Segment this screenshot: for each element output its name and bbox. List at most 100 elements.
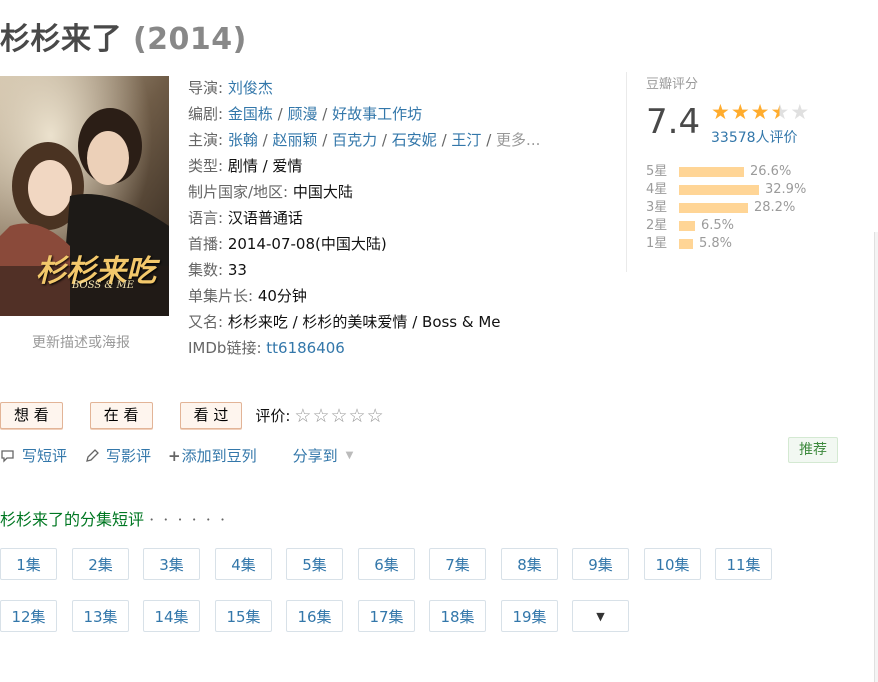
dist-row: 3星 28.2%: [646, 199, 806, 217]
star-full-icon: ★: [750, 100, 770, 124]
watching-button[interactable]: 在 看: [89, 402, 153, 429]
episode-button[interactable]: 17集: [358, 600, 415, 632]
imdb-label: IMDb链接:: [188, 339, 262, 357]
title-name: 杉杉来了: [0, 22, 122, 57]
aka-row: 又名: 杉杉来吃 / 杉杉的美味爱情 / Boss & Me: [188, 309, 608, 335]
genre-value: 剧情 / 爱情: [227, 157, 303, 175]
poster-subtitle-art: BOSS & ME: [72, 280, 135, 291]
writer-link[interactable]: 金国栋: [228, 105, 273, 123]
episode-button[interactable]: 7集: [429, 548, 486, 580]
rating-stars: ★ ★ ★ ★ ★: [711, 100, 809, 124]
star-full-icon: ★: [730, 100, 750, 124]
writer-link[interactable]: 顾漫: [287, 105, 317, 123]
share-dropdown[interactable]: 分享到 ▼: [293, 445, 354, 466]
rating-panel: 豆瓣评分 7.4 ★ ★ ★ ★ ★ 33578人评价 5星 26.6% 4星 32…: [626, 72, 846, 272]
episode-button[interactable]: 10集: [644, 548, 701, 580]
rate-star-icon[interactable]: ☆: [367, 405, 384, 427]
dist-pct: 32.9%: [765, 182, 807, 197]
episode-button[interactable]: 8集: [501, 548, 558, 580]
episode-button[interactable]: 13集: [72, 600, 129, 632]
star-full-icon: ★: [711, 100, 730, 124]
episode-button[interactable]: 14集: [143, 600, 200, 632]
dist-label: 2星: [646, 218, 668, 233]
cast-link[interactable]: 王汀: [451, 131, 481, 149]
episode-button[interactable]: 6集: [358, 548, 415, 580]
rate-star-icon[interactable]: ☆: [312, 405, 329, 427]
recommend-button[interactable]: 推荐: [788, 437, 838, 463]
info-block: 导演: 刘俊杰 编剧: 金国栋 / 顾漫 / 好故事工作坊 主演: 张翰 / 赵…: [188, 75, 608, 361]
episode-button[interactable]: 18集: [429, 600, 486, 632]
dist-bar: [679, 239, 693, 249]
plus-icon: +: [168, 446, 181, 465]
rating-label: 豆瓣评分: [646, 77, 699, 92]
genre-row: 类型: 剧情 / 爱情: [188, 153, 608, 179]
scroll-edge: [874, 232, 878, 682]
episode-button[interactable]: 5集: [286, 548, 343, 580]
episode-button[interactable]: 11集: [715, 548, 772, 580]
region-value: 中国大陆: [292, 183, 353, 201]
dist-pct: 5.8%: [699, 236, 733, 251]
dist-bar: [679, 221, 695, 231]
genre-label: 类型:: [188, 157, 224, 175]
region-label: 制片国家/地区:: [188, 183, 289, 201]
write-short-review-link[interactable]: 写短评: [0, 445, 67, 466]
episode-button[interactable]: 19集: [501, 600, 558, 632]
aka-value: 杉杉来吃 / 杉杉的美味爱情 / Boss & Me: [227, 313, 501, 331]
writer-row: 编剧: 金国栋 / 顾漫 / 好故事工作坊: [188, 105, 423, 123]
imdb-link[interactable]: tt6186406: [266, 339, 345, 357]
cast-link[interactable]: 百克力: [332, 131, 377, 149]
rate-star-icon[interactable]: ☆: [294, 405, 311, 427]
rating-score: 7.4: [646, 102, 701, 142]
cast-row: 主演: 张翰 / 赵丽颖 / 百克力 / 石安妮 / 王汀 / 更多...: [188, 131, 541, 149]
cast-link[interactable]: 赵丽颖: [272, 131, 317, 149]
want-to-watch-button[interactable]: 想 看: [0, 402, 63, 429]
episode-expand-button[interactable]: ▼: [572, 600, 629, 632]
share-label: 分享到: [292, 447, 338, 465]
episodes-label: 集数:: [188, 261, 224, 279]
add-to-list-link[interactable]: + 添加到豆列: [168, 445, 257, 466]
language-row: 语言: 汉语普通话: [188, 205, 608, 231]
region-row: 制片国家/地区: 中国大陆: [188, 179, 608, 205]
cast-link[interactable]: 石安妮: [392, 131, 437, 149]
premiere-label: 首播:: [188, 235, 224, 253]
rating-count-link[interactable]: 33578人评价: [711, 127, 798, 147]
star-half-icon: ★: [770, 100, 790, 124]
episode-reviews-dots: · · · · · ·: [149, 510, 228, 529]
cast-link[interactable]: 张翰: [228, 131, 258, 149]
rate-star-icon[interactable]: ☆: [331, 405, 348, 427]
poster-image[interactable]: 杉杉来吃 BOSS & ME: [0, 76, 169, 316]
episode-button[interactable]: 12集: [0, 600, 57, 632]
title-year: (2014): [132, 22, 247, 57]
episode-button[interactable]: 3集: [143, 548, 200, 580]
rating-distribution: 5星 26.6% 4星 32.9% 3星 28.2% 2星 6.5% 1星 5.8%: [646, 163, 806, 253]
dist-pct: 6.5%: [701, 218, 735, 233]
director-label: 导演:: [188, 79, 224, 97]
episode-button[interactable]: 15集: [215, 600, 272, 632]
episode-button[interactable]: 1集: [0, 548, 57, 580]
write-review-label: 写影评: [106, 447, 152, 465]
dist-label: 3星: [646, 200, 668, 215]
dist-bar: [679, 203, 748, 213]
language-value: 汉语普通话: [227, 209, 303, 227]
language-label: 语言:: [188, 209, 224, 227]
watched-button[interactable]: 看 过: [179, 402, 243, 429]
comment-icon: [1, 449, 14, 463]
rate-star-icon[interactable]: ☆: [349, 405, 366, 427]
dist-pct: 26.6%: [750, 164, 792, 179]
dist-row: 4星 32.9%: [646, 181, 806, 199]
episode-button[interactable]: 4集: [215, 548, 272, 580]
episode-button[interactable]: 2集: [72, 548, 129, 580]
episode-button[interactable]: 9集: [572, 548, 629, 580]
pencil-icon: [86, 448, 99, 462]
premiere-value: 2014-07-08(中国大陆): [227, 235, 387, 253]
cast-more-link[interactable]: 更多...: [496, 131, 540, 149]
writer-link[interactable]: 好故事工作坊: [332, 105, 422, 123]
runtime-value: 40分钟: [257, 287, 307, 305]
rate-stars: ☆ ☆ ☆ ☆ ☆: [294, 405, 383, 427]
write-review-link[interactable]: 写影评: [84, 445, 151, 466]
link-bar: 写短评 写影评 + 添加到豆列 分享到 ▼: [0, 445, 353, 466]
director-link[interactable]: 刘俊杰: [228, 79, 273, 97]
dist-pct: 28.2%: [754, 200, 796, 215]
update-poster-link[interactable]: 更新描述或海报: [32, 332, 130, 352]
episode-button[interactable]: 16集: [286, 600, 343, 632]
